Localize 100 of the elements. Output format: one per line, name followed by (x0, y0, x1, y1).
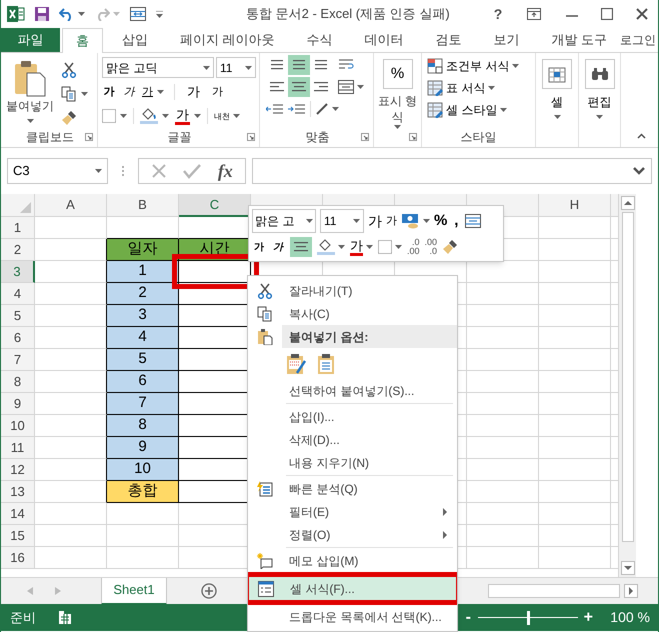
shrink-font-button[interactable]: 가 (206, 84, 223, 100)
brush-icon[interactable] (442, 239, 458, 255)
font-name-field[interactable]: 맑은 고딕 (102, 57, 214, 78)
menu-item[interactable]: 빠른 분석(Q) (248, 477, 457, 500)
ribbon-tab[interactable]: 개발 도구 (538, 28, 620, 52)
name-box[interactable]: C3 (7, 158, 108, 184)
decrease-indent-icon[interactable] (266, 103, 284, 115)
shrink-font-button[interactable]: 가 (386, 212, 397, 230)
paste-values-icon[interactable] (317, 352, 337, 374)
customize-caret-icon[interactable] (156, 10, 163, 18)
italic-button[interactable]: 가 (271, 240, 285, 254)
help-button[interactable]: ? (488, 4, 508, 24)
row-header[interactable]: 16 (1, 547, 35, 569)
macro-record-icon[interactable] (58, 610, 72, 624)
paste-button[interactable]: 붙여넣기 (5, 59, 55, 127)
horizontal-scrollbar[interactable] (488, 584, 620, 598)
row-header[interactable]: 2 (1, 239, 35, 261)
row-header[interactable]: 13 (1, 481, 35, 503)
row-header[interactable]: 14 (1, 503, 35, 525)
row-header[interactable]: 3 (1, 261, 35, 283)
maximize-icon[interactable] (601, 8, 613, 20)
column-header[interactable]: B (107, 194, 179, 217)
row-header[interactable]: 5 (1, 305, 35, 327)
zoom-in-button[interactable]: + (582, 606, 594, 630)
menu-item[interactable]: 잘라내기(T) (248, 279, 457, 302)
increase-decimal-button[interactable]: .0 .00 (407, 238, 420, 256)
dialog-launcher-icon[interactable] (247, 133, 255, 141)
row-header[interactable]: 4 (1, 283, 35, 305)
column-header[interactable]: A (35, 194, 107, 217)
dialog-launcher-icon[interactable] (361, 133, 369, 141)
merge-icon[interactable] (465, 214, 482, 228)
menu-item[interactable]: 셀 서식(F)... (249, 577, 456, 600)
expand-icon[interactable] (633, 167, 645, 175)
ribbon-tab[interactable]: 파일 (1, 28, 60, 52)
styles-menu-button[interactable]: 셀 스타일 (427, 100, 535, 120)
zoom-slider-thumb[interactable] (526, 610, 530, 624)
ribbon-tab[interactable]: 홈 (62, 28, 103, 53)
bold-button[interactable]: 가 (102, 84, 116, 100)
scroll-right-icon[interactable] (624, 584, 638, 598)
merge-center-button[interactable] (338, 80, 364, 94)
enter-icon[interactable] (183, 163, 202, 179)
row-header[interactable]: 9 (1, 393, 35, 415)
borders-button[interactable] (102, 109, 127, 123)
percent-style-button[interactable]: % (382, 59, 412, 89)
row-header[interactable]: 8 (1, 371, 35, 393)
row-header[interactable]: 10 (1, 415, 35, 437)
phonetic-button[interactable]: 내천 (214, 112, 240, 120)
zoom-slider[interactable] (478, 610, 578, 624)
scroll-down-icon[interactable] (620, 561, 634, 575)
ribbon-tab[interactable]: 수식 (293, 28, 346, 52)
font-size-field[interactable]: 11 (216, 57, 256, 78)
column-header[interactable]: C (179, 194, 251, 217)
ribbon-tab[interactable]: 검토 (422, 28, 474, 52)
zoom-level[interactable]: 100 % (610, 607, 650, 628)
scroll-up-icon[interactable] (620, 196, 634, 210)
menu-item[interactable]: 복사(C) (248, 302, 457, 325)
formula-input[interactable] (252, 158, 652, 184)
menu-item[interactable]: 삽입(I)... (248, 405, 457, 428)
percent-style-button[interactable]: % (434, 210, 448, 232)
comma-style-button[interactable]: , (451, 210, 462, 232)
form-icon[interactable] (129, 6, 147, 22)
menu-item[interactable]: 필터(E) (248, 500, 457, 523)
ribbon-tab[interactable]: 데이터 (351, 28, 416, 52)
menu-item[interactable]: 내용 지우기(N) (248, 451, 457, 474)
zoom-out-button[interactable]: - (462, 606, 474, 630)
row-header[interactable]: 15 (1, 525, 35, 547)
next-sheet-icon[interactable] (55, 587, 61, 595)
styles-menu-button[interactable]: 조건부 서식 (427, 56, 535, 76)
add-sheet-icon[interactable] (201, 583, 217, 599)
borders-button[interactable] (378, 240, 402, 254)
orientation-button[interactable] (315, 102, 339, 116)
middle-align-button[interactable] (288, 55, 310, 75)
center-align-button[interactable] (290, 237, 312, 257)
column-header[interactable]: H (539, 194, 611, 217)
number-format-button[interactable]: 표시 형식 (378, 93, 418, 129)
dialog-launcher-icon[interactable] (409, 133, 417, 141)
font-name-field[interactable]: 맑은 고 (252, 209, 316, 233)
vertical-scrollbar[interactable] (618, 194, 636, 577)
italic-button[interactable]: 가 (122, 84, 136, 100)
fill-color-button[interactable] (140, 108, 169, 124)
menu-item[interactable]: 드롭다운 목록에서 선택(K)... (248, 605, 457, 628)
sign-in-link[interactable]: 로그인 (620, 28, 658, 52)
copy-button[interactable] (61, 85, 88, 103)
insert-function-button[interactable]: fx (218, 158, 233, 184)
grow-font-button[interactable]: 가 (368, 210, 382, 232)
ribbon-tab[interactable]: 삽입 (108, 28, 161, 52)
ribbon-display-icon[interactable] (527, 8, 541, 20)
save-icon[interactable] (34, 6, 50, 22)
menu-item[interactable]: 선택하여 붙여넣기(S)... (248, 379, 457, 402)
underline-button[interactable]: 가 (142, 84, 164, 100)
menu-item[interactable]: 삭제(D)... (248, 428, 457, 451)
row-header[interactable]: 6 (1, 327, 35, 349)
menu-item[interactable]: 메모 삽입(M) (248, 549, 457, 572)
cancel-icon[interactable] (151, 163, 168, 179)
close-icon[interactable] (636, 8, 648, 20)
collapse-ribbon-icon[interactable] (637, 133, 646, 139)
ribbon-tab[interactable]: 보기 (480, 28, 532, 52)
menu-item[interactable]: 정렬(O) (248, 523, 457, 546)
row-header[interactable]: 12 (1, 459, 35, 481)
cells-button[interactable]: 셀 (541, 59, 573, 119)
